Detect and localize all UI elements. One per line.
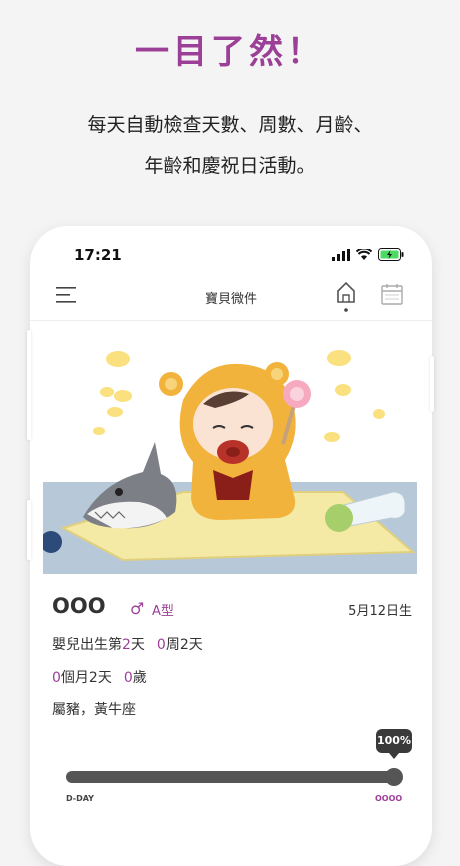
months-count: 0 [52, 670, 61, 686]
baby-illustration [43, 342, 417, 574]
progress-start-label: D-DAY [66, 794, 94, 803]
phone-frame: 17:21 寶貝微件 OOO ♂ A型 5月12日生 嬰兒出生第2天 0周2天 … [30, 226, 432, 866]
progress-thumb[interactable] [385, 768, 403, 786]
male-gender-icon: ♂ [130, 599, 145, 618]
progress-track [66, 771, 396, 783]
progress-end-label: OOOO [375, 794, 403, 803]
baby-name: OOO [52, 594, 106, 618]
phone-side-button-right [430, 356, 434, 412]
promo-headline: 一目了然！ [135, 32, 325, 72]
status-time: 17:21 [74, 246, 122, 264]
zodiac-line: 屬豬，黃牛座 [52, 702, 136, 718]
app-title: 寶貝微件 [204, 292, 257, 307]
birthday-label: 5月12日生 [348, 604, 412, 619]
days-unit: 天 [130, 637, 145, 653]
app-bar: 寶貝微件 [30, 276, 432, 322]
calendar-icon[interactable] [380, 282, 404, 306]
app-bar-divider [30, 320, 432, 321]
blood-type: A型 [152, 604, 174, 619]
status-icons [332, 248, 404, 261]
home-icon[interactable] [334, 280, 358, 312]
promo-description-line-2: 年齡和慶祝日活動。 [144, 155, 316, 177]
progress-percent-bubble: 100% [376, 729, 412, 759]
months-years-line: 0個月2天 0歲 [52, 667, 147, 687]
age-unit: 歲 [132, 670, 147, 686]
signal-icon [332, 248, 350, 261]
phone-side-button-left [27, 330, 31, 440]
days-prefix: 嬰兒出生第 [52, 637, 122, 653]
phone-side-button-left-lower [27, 500, 31, 560]
months-extra-days: 2天 [88, 670, 112, 686]
age-count: 0 [123, 670, 133, 686]
weeks-unit: 周 [165, 637, 180, 653]
battery-charging-icon [378, 248, 404, 261]
days-weeks-line: 嬰兒出生第2天 0周2天 [52, 634, 203, 654]
months-unit: 個月 [60, 670, 89, 686]
baby-header-row: OOO ♂ A型 5月12日生 [52, 594, 412, 624]
days-count: 2 [122, 637, 131, 653]
wifi-icon [356, 248, 372, 260]
promo-description-line-1: 每天自動檢查天數、周數、月齡、 [87, 114, 373, 136]
weeks-extra-days: 2天 [179, 637, 203, 653]
weeks-count: 0 [156, 637, 166, 653]
